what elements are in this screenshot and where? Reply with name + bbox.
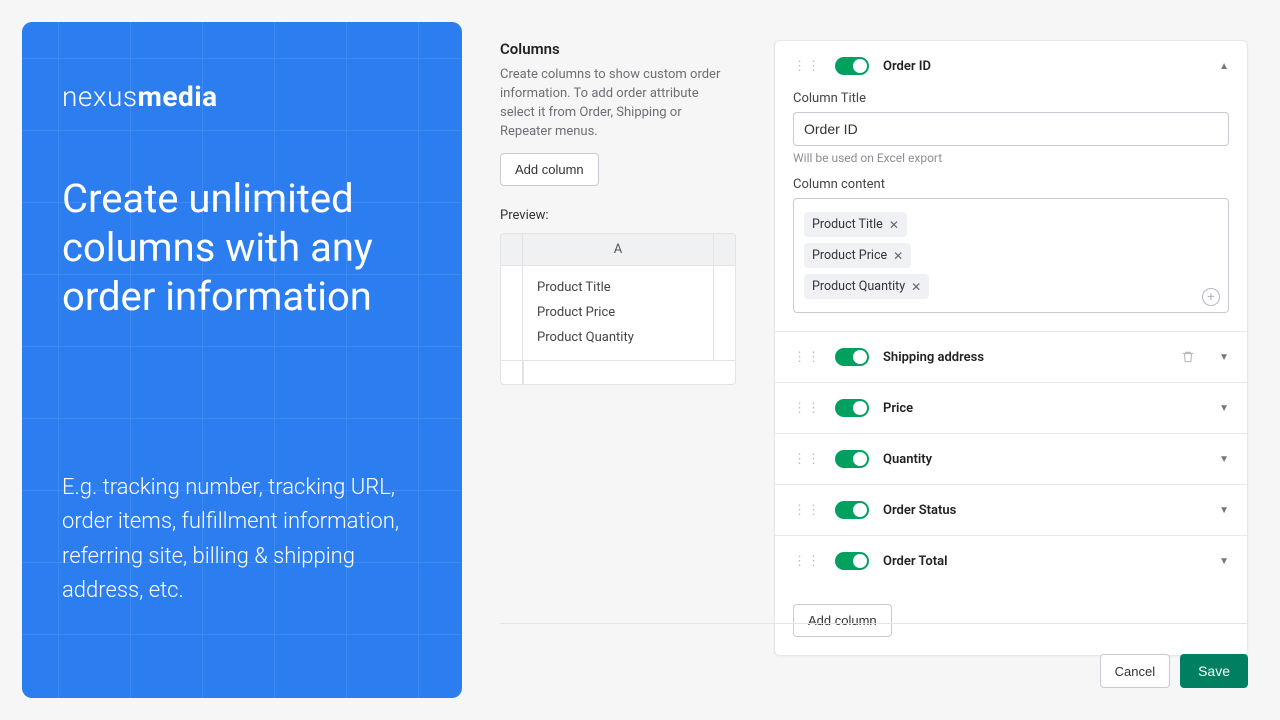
preview-header: A bbox=[523, 234, 713, 265]
tag-remove-icon[interactable]: ✕ bbox=[893, 249, 903, 263]
preview-label: Preview: bbox=[500, 208, 736, 223]
panel-title: Shipping address bbox=[883, 350, 1167, 365]
panel-title: Order ID bbox=[883, 59, 1205, 74]
chevron-down-icon[interactable]: ▼ bbox=[1219, 352, 1229, 363]
save-button[interactable]: Save bbox=[1180, 654, 1248, 688]
promo-subtext: E.g. tracking number, tracking URL, orde… bbox=[62, 471, 422, 607]
preview-cell: Product Quantity bbox=[537, 326, 699, 351]
column-content-tags[interactable]: Product Title✕ Product Price✕ Product Qu… bbox=[793, 198, 1229, 313]
toggle-shipping[interactable] bbox=[835, 348, 869, 366]
promo-headline: Create unlimited columns with any order … bbox=[62, 175, 422, 321]
column-title-label: Column Title bbox=[793, 91, 1229, 106]
drag-handle-icon[interactable]: ⋮⋮ bbox=[793, 452, 821, 467]
panel-title: Order Status bbox=[883, 503, 1205, 518]
section-title: Columns bbox=[500, 40, 736, 58]
section-desc: Create columns to show custom order info… bbox=[500, 66, 736, 141]
add-column-button-bottom[interactable]: Add column bbox=[793, 604, 892, 637]
toggle-total[interactable] bbox=[835, 552, 869, 570]
tag-remove-icon[interactable]: ✕ bbox=[889, 218, 899, 232]
column-content-label: Column content bbox=[793, 177, 1229, 192]
cancel-button[interactable]: Cancel bbox=[1100, 654, 1170, 688]
column-title-hint: Will be used on Excel export bbox=[793, 151, 1229, 165]
add-column-button[interactable]: Add column bbox=[500, 153, 599, 186]
columns-card: ⋮⋮ Order ID ▲ Column Title Will be used … bbox=[774, 40, 1248, 656]
chevron-up-icon[interactable]: ▲ bbox=[1219, 61, 1229, 72]
panel-title: Order Total bbox=[883, 554, 1205, 569]
chevron-down-icon[interactable]: ▼ bbox=[1219, 454, 1229, 465]
drag-handle-icon[interactable]: ⋮⋮ bbox=[793, 554, 821, 569]
drag-handle-icon[interactable]: ⋮⋮ bbox=[793, 503, 821, 518]
add-tag-icon[interactable]: + bbox=[1202, 288, 1220, 306]
promo-panel: nexusmedia Create unlimited columns with… bbox=[22, 22, 462, 698]
preview-cell: Product Title bbox=[537, 276, 699, 301]
toggle-price[interactable] bbox=[835, 399, 869, 417]
drag-handle-icon[interactable]: ⋮⋮ bbox=[793, 401, 821, 416]
panel-title: Price bbox=[883, 401, 1205, 416]
drag-handle-icon[interactable]: ⋮⋮ bbox=[793, 350, 821, 365]
panel-title: Quantity bbox=[883, 452, 1205, 467]
preview-cell: Product Price bbox=[537, 301, 699, 326]
toggle-quantity[interactable] bbox=[835, 450, 869, 468]
chevron-down-icon[interactable]: ▼ bbox=[1219, 403, 1229, 414]
divider bbox=[500, 623, 1248, 624]
chevron-down-icon[interactable]: ▼ bbox=[1219, 505, 1229, 516]
tag-product-title: Product Title✕ bbox=[804, 212, 907, 237]
toggle-status[interactable] bbox=[835, 501, 869, 519]
toggle-order-id[interactable] bbox=[835, 57, 869, 75]
trash-icon[interactable] bbox=[1181, 350, 1195, 364]
chevron-down-icon[interactable]: ▼ bbox=[1219, 556, 1229, 567]
tag-remove-icon[interactable]: ✕ bbox=[911, 280, 921, 294]
tag-product-quantity: Product Quantity✕ bbox=[804, 274, 929, 299]
preview-table: A Product Title Product Price Product Qu… bbox=[500, 233, 736, 385]
drag-handle-icon[interactable]: ⋮⋮ bbox=[793, 59, 821, 74]
brand-logo: nexusmedia bbox=[62, 80, 422, 113]
tag-product-price: Product Price✕ bbox=[804, 243, 911, 268]
column-title-input[interactable] bbox=[793, 112, 1229, 146]
